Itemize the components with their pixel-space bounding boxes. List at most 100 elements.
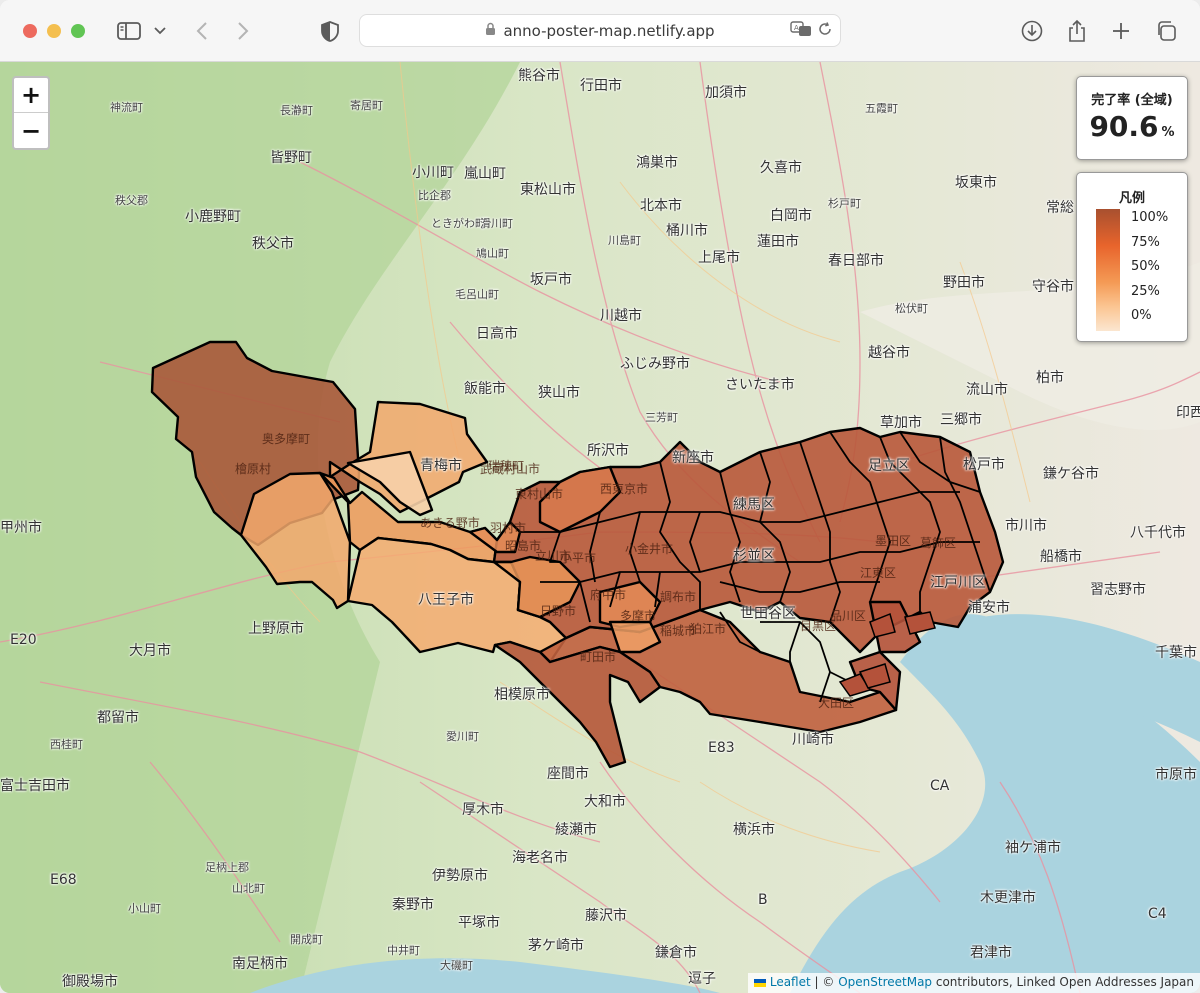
place-label: 日野市: [540, 604, 577, 618]
place-label: 越谷市: [868, 345, 910, 361]
legend-title: 凡例: [1118, 191, 1145, 206]
place-label: 鎌倉市: [655, 945, 697, 961]
place-label: 木更津市: [980, 890, 1036, 906]
place-label: 柏市: [1036, 370, 1064, 386]
place-label: 調布市: [660, 590, 697, 604]
place-label: 比企郡: [418, 189, 451, 202]
place-label: 茅ケ崎市: [528, 938, 584, 954]
attribution-text: contributors, Linked Open Addresses Japa…: [932, 975, 1194, 989]
place-label: 君津市: [970, 945, 1012, 961]
place-label: 川島町: [608, 234, 641, 247]
place-label: 飯能市: [464, 381, 506, 397]
place-label: 杉並区: [733, 548, 775, 564]
close-window-button[interactable]: [23, 24, 37, 38]
place-label: 羽村市: [490, 521, 527, 535]
place-label: 東村山市: [515, 487, 564, 501]
place-label: 習志野市: [1090, 582, 1146, 598]
completion-rate-value: 90.6%: [1077, 110, 1187, 143]
zoom-window-button[interactable]: [71, 24, 85, 38]
place-label: 山北町: [232, 882, 265, 895]
place-label: 綾瀬市: [555, 822, 597, 838]
place-label: 伊勢原市: [432, 868, 488, 884]
legend-tick: 0%: [1131, 308, 1152, 323]
place-label: 座間市: [547, 766, 589, 782]
place-label: 足立区: [868, 458, 910, 474]
place-label: 鴻巣市: [636, 155, 678, 171]
place-label: 松戸市: [963, 457, 1005, 473]
place-label: 富士吉田市: [0, 778, 70, 794]
zoom-out-button[interactable]: −: [14, 113, 48, 148]
place-label: 江戸川区: [930, 575, 986, 591]
place-label: 坂東市: [955, 175, 997, 191]
leaflet-link[interactable]: Leaflet: [770, 975, 811, 989]
forward-icon[interactable]: [231, 16, 255, 46]
place-label: 所沢市: [587, 443, 629, 459]
place-label: 皆野町: [270, 150, 312, 166]
place-label: 熊谷市: [518, 68, 560, 84]
place-label: CA: [930, 778, 950, 794]
place-label: 秩父市: [252, 236, 294, 252]
translate-icon[interactable]: A: [790, 21, 812, 41]
tab-overview-icon[interactable]: [1154, 16, 1178, 46]
map-viewport[interactable]: + − 完了率 (全域) 90.6% 凡例 100% 75% 50% 25% 0…: [0, 62, 1200, 993]
place-label: 御殿場市: [62, 974, 118, 990]
osm-link[interactable]: OpenStreetMap: [838, 975, 932, 989]
reload-icon[interactable]: [818, 22, 832, 40]
place-label: 狭山市: [538, 385, 580, 401]
place-label: 府中市: [590, 588, 627, 602]
place-label: 白岡市: [770, 208, 812, 224]
place-label: E20: [10, 632, 37, 648]
back-icon[interactable]: [190, 16, 214, 46]
place-label: 加須市: [705, 85, 747, 101]
place-label: 小山町: [128, 902, 161, 915]
place-label: ときがわ町: [431, 217, 486, 230]
download-icon[interactable]: [1020, 16, 1044, 46]
completion-rate-panel: 完了率 (全域) 90.6%: [1076, 76, 1188, 160]
place-label: 開成町: [290, 933, 323, 946]
place-label: 新座市: [672, 450, 714, 466]
place-label: 嵐山町: [464, 166, 506, 182]
place-label: 都留市: [97, 710, 139, 726]
chevron-down-icon[interactable]: [150, 16, 170, 46]
place-label: 桶川市: [666, 223, 708, 239]
place-label: 三郷市: [940, 412, 982, 428]
place-label: 行田市: [580, 78, 622, 94]
place-label: 南足柄市: [232, 956, 288, 972]
place-label: 東松山市: [520, 182, 576, 198]
place-label: 墨田区: [875, 534, 912, 548]
shield-icon[interactable]: [318, 16, 342, 46]
place-label: 中井町: [387, 944, 420, 957]
place-label: 稲城市: [660, 624, 697, 638]
place-label: 目黒区: [800, 619, 837, 633]
sidebar-toggle-icon[interactable]: [114, 16, 144, 46]
address-bar[interactable]: anno-poster-map.netlify.app A: [359, 14, 841, 47]
new-tab-icon[interactable]: [1109, 16, 1133, 46]
place-label: 川越市: [600, 308, 642, 324]
place-label: 日高市: [476, 326, 518, 342]
place-label: 青梅市: [420, 458, 462, 474]
place-label: 足柄上郡: [205, 861, 249, 874]
zoom-in-button[interactable]: +: [14, 78, 48, 113]
place-label: 大田区: [818, 696, 855, 710]
place-label: 流山市: [966, 382, 1008, 398]
place-label: 上野原市: [248, 621, 304, 637]
place-label: 練馬区: [733, 497, 775, 513]
place-label: 市原市: [1155, 767, 1197, 783]
legend-tick: 25%: [1131, 284, 1160, 299]
share-icon[interactable]: [1065, 16, 1089, 46]
place-label: 秩父郡: [115, 194, 148, 207]
place-label: 鎌ケ谷市: [1043, 466, 1099, 482]
place-label: C4: [1148, 906, 1167, 922]
place-label: 藤沢市: [585, 908, 627, 924]
place-label: 常総: [1046, 200, 1074, 216]
place-label: 厚木市: [462, 802, 504, 818]
place-label: 秦野市: [392, 897, 434, 913]
place-label: 大磯町: [440, 959, 473, 972]
place-label: 守谷市: [1032, 279, 1074, 295]
minimize-window-button[interactable]: [47, 24, 61, 38]
completion-unit: %: [1161, 125, 1175, 140]
place-label: 横浜市: [733, 822, 775, 838]
place-label: 春日部市: [828, 253, 884, 269]
place-label: 川崎市: [792, 732, 834, 748]
place-label: 瑞穂町: [488, 459, 525, 473]
